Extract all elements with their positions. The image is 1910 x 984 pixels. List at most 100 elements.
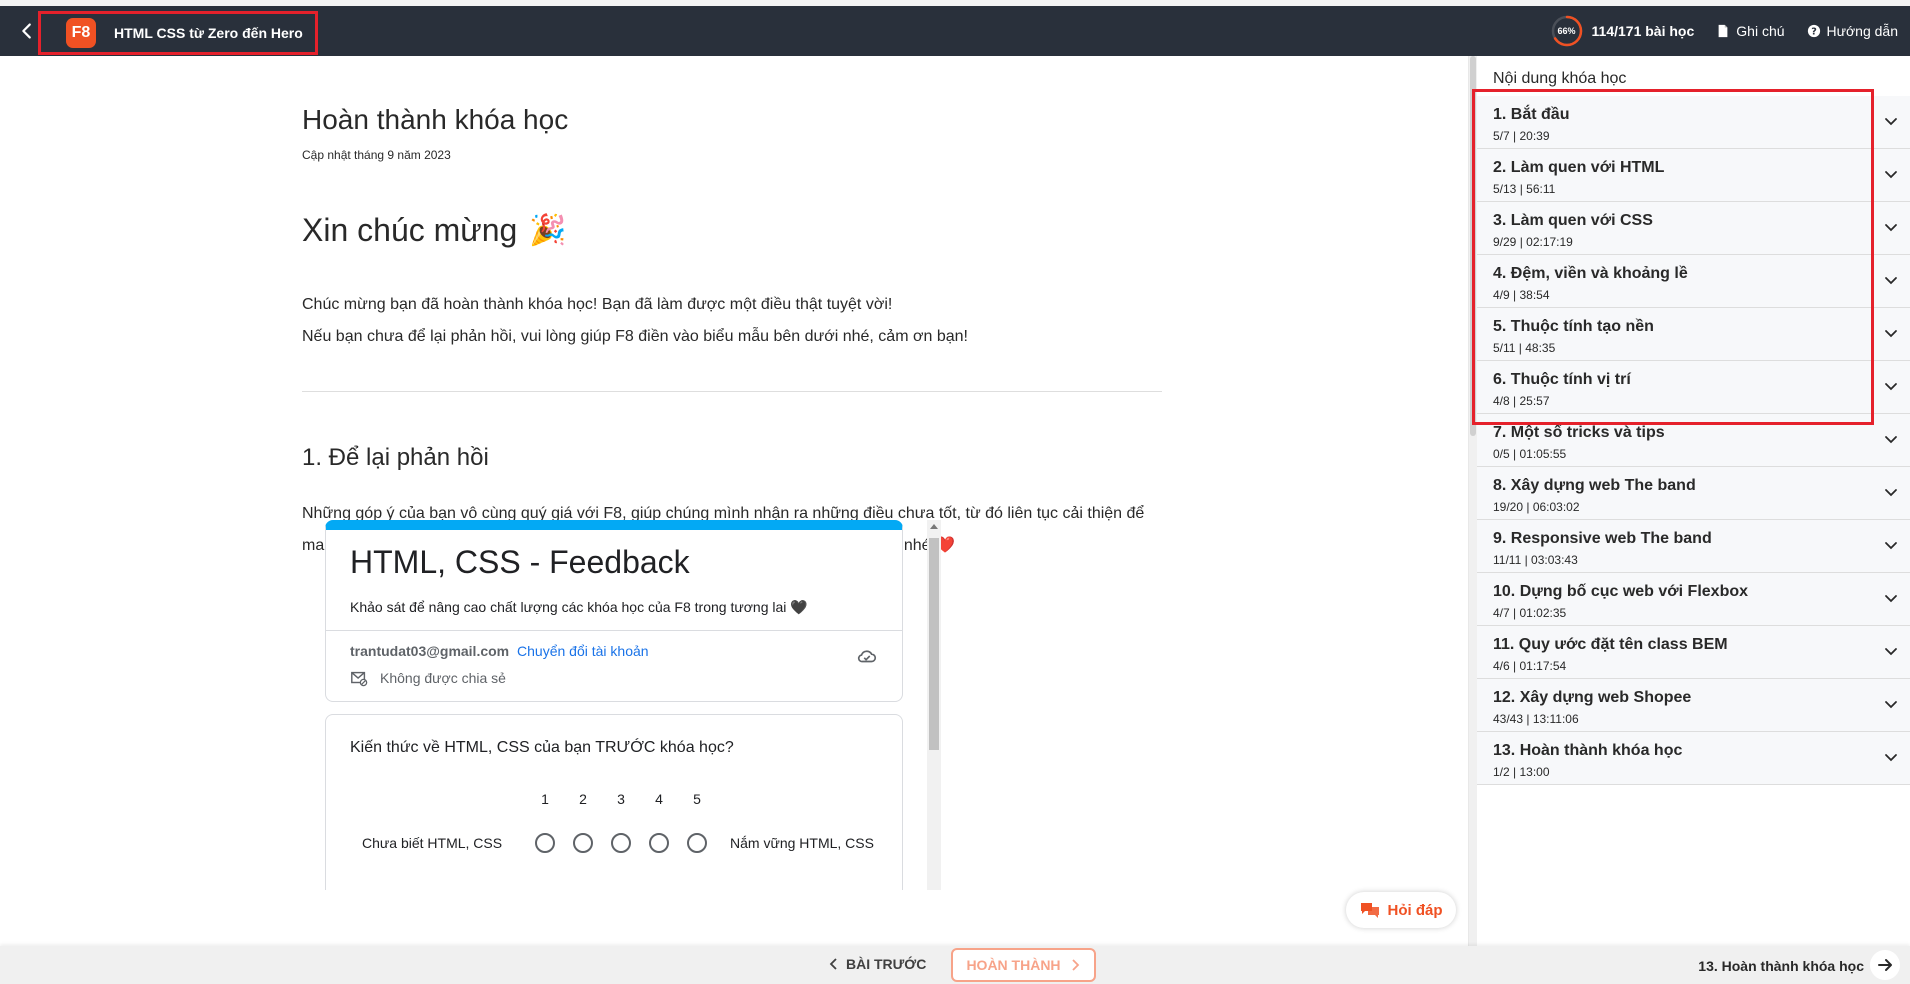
guide-button[interactable]: ? Hướng dẫn: [1807, 23, 1898, 39]
sidebar-section[interactable]: 5. Thuộc tính tạo nền 5/11 | 48:35: [1477, 308, 1910, 361]
chevron-down-icon: [1885, 383, 1897, 391]
chevron-down-icon: [1885, 224, 1897, 232]
section-meta: 11/11 | 03:03:43: [1493, 553, 1578, 567]
section-meta: 43/43 | 13:11:06: [1493, 712, 1579, 726]
scale-number: 5: [693, 791, 701, 807]
chevron-down-icon: [1885, 330, 1897, 338]
sidebar-scroll-thumb[interactable]: [1470, 56, 1476, 436]
prev-lesson-button[interactable]: BÀI TRƯỚC: [828, 956, 926, 972]
scale-number: 1: [541, 791, 549, 807]
sidebar-section[interactable]: 12. Xây dựng web Shopee 43/43 | 13:11:06: [1477, 679, 1910, 732]
scale-number: 4: [655, 791, 663, 807]
scale-radios: [526, 833, 716, 853]
section-meta: 9/29 | 02:17:19: [1493, 235, 1573, 249]
section-list: 1. Bắt đầu 5/7 | 20:39 2. Làm quen với HTM…: [1477, 96, 1910, 785]
section-title: 12. Xây dựng web Shopee: [1493, 689, 1692, 706]
section-title: 10. Dựng bố cục web với Flexbox: [1493, 583, 1749, 600]
section-title: 5. Thuộc tính tạo nền: [1493, 318, 1654, 335]
form-title: HTML, CSS - Feedback: [350, 544, 690, 580]
sidebar-section[interactable]: 8. Xây dựng web The band 19/20 | 06:03:02: [1477, 467, 1910, 520]
sidebar-section[interactable]: 1. Bắt đầu 5/7 | 20:39: [1477, 96, 1910, 149]
sidebar-section[interactable]: 13. Hoàn thành khóa học 1/2 | 13:00: [1477, 732, 1910, 785]
page-title: Hoàn thành khóa học: [302, 104, 569, 135]
section-title: 1. Bắt đầu: [1493, 106, 1570, 123]
section-title: 13. Hoàn thành khóa học: [1493, 742, 1683, 759]
congrats-title: Xin chúc mừng: [302, 212, 518, 248]
scale-low-label: Chưa biết HTML, CSS: [362, 835, 503, 851]
lessons-count: 114/171 bài học: [1591, 23, 1695, 39]
prev-label: BÀI TRƯỚC: [846, 956, 927, 972]
section-meta: 4/6 | 01:17:54: [1493, 659, 1567, 673]
svg-text:?: ?: [1811, 27, 1817, 38]
not-shared-label: Không được chia sẻ: [380, 670, 506, 686]
sidebar-section[interactable]: 2. Làm quen với HTML 5/13 | 56:11: [1477, 149, 1910, 202]
notes-label: Ghi chú: [1736, 23, 1785, 39]
section-title: 9. Responsive web The band: [1493, 530, 1712, 547]
complete-label: HOÀN THÀNH: [966, 957, 1061, 973]
toggle-sidebar-button[interactable]: [1870, 950, 1900, 980]
complete-button[interactable]: HOÀN THÀNH: [951, 948, 1096, 982]
chevron-down-icon: [1885, 118, 1897, 126]
section-title: 2. Làm quen với HTML: [1493, 159, 1665, 176]
updated-date: Cập nhật tháng 9 năm 2023: [302, 148, 451, 162]
party-popper-icon: 🎉: [529, 214, 567, 247]
section-title: 8. Xây dựng web The band: [1493, 477, 1696, 494]
chevron-down-icon: [1885, 489, 1897, 497]
radio-option-3[interactable]: [602, 833, 640, 853]
chevron-right-icon: [1071, 959, 1079, 971]
qa-button[interactable]: Hỏi đáp: [1346, 892, 1456, 928]
sidebar-scrollbar[interactable]: [1469, 56, 1477, 946]
feedback-form-embed[interactable]: HTML, CSS - Feedback Khảo sát để nâng ca…: [325, 520, 945, 890]
lesson-content: Hoàn thành khóa học Cập nhật tháng 9 năm…: [302, 104, 1162, 562]
congrats-paragraph: Chúc mừng bạn đã hoàn thành khóa học! Bạ…: [302, 296, 893, 313]
section-meta: 4/7 | 01:02:35: [1493, 606, 1567, 620]
section-title: 7. Một số tricks và tips: [1493, 424, 1665, 441]
section-meta: 5/13 | 56:11: [1493, 182, 1556, 196]
scale-numbers: 1 2 3 4 5: [526, 791, 716, 807]
sidebar-section[interactable]: 7. Một số tricks và tips 0/5 | 01:05:55: [1477, 414, 1910, 467]
feedback-request-paragraph: Nếu bạn chưa để lại phản hồi, vui lòng g…: [302, 328, 968, 345]
chevron-down-icon: [1885, 542, 1897, 550]
chevron-down-icon: [1885, 171, 1897, 179]
sidebar-section[interactable]: 3. Làm quen với CSS 9/29 | 02:17:19: [1477, 202, 1910, 255]
section-title: 4. Đệm, viền và khoảng lề: [1493, 265, 1688, 282]
header-actions: 66% 114/171 bài học Ghi chú ? Hướng dẫn: [1550, 6, 1898, 56]
switch-account-link[interactable]: Chuyển đổi tài khoản: [517, 643, 649, 659]
sidebar-section[interactable]: 10. Dựng bố cục web với Flexbox 4/7 | 01:…: [1477, 573, 1910, 626]
file-icon: [1718, 24, 1728, 38]
sidebar-section[interactable]: 11. Quy ước đặt tên class BEM 4/6 | 01:17…: [1477, 626, 1910, 679]
form-scrollbar[interactable]: [927, 520, 941, 890]
course-title: HTML CSS từ Zero đến Hero: [114, 25, 303, 41]
current-section-label: 13. Hoàn thành khóa học: [1698, 958, 1864, 974]
radio-option-1[interactable]: [526, 833, 564, 853]
scroll-up-arrow-icon[interactable]: [930, 524, 938, 529]
course-content-sidebar: Nội dung khóa học 1. Bắt đầu 5/7 | 20:39 2…: [1468, 56, 1910, 946]
form-scroll-thumb[interactable]: [929, 538, 939, 750]
progress-percent: 66%: [1557, 26, 1576, 36]
radio-option-4[interactable]: [640, 833, 678, 853]
section-title: 11. Quy ước đặt tên class BEM: [1493, 636, 1728, 653]
back-button[interactable]: [16, 20, 38, 42]
account-row: trantudat03@gmail.com Chuyển đổi tài kho…: [326, 631, 902, 701]
sidebar-section[interactable]: 6. Thuộc tính vị trí 4/8 | 25:57: [1477, 361, 1910, 414]
question-text: Kiến thức về HTML, CSS của bạn TRƯỚC khó…: [350, 739, 734, 756]
course-brand[interactable]: F8 HTML CSS từ Zero đến Hero: [38, 11, 318, 55]
scale-number: 2: [579, 791, 587, 807]
scale-number: 3: [617, 791, 625, 807]
question-circle-icon: ?: [1807, 24, 1820, 38]
not-shared-row: Không được chia sẻ: [350, 669, 878, 687]
radio-option-2[interactable]: [564, 833, 602, 853]
section-title: 3. Làm quen với CSS: [1493, 212, 1653, 229]
chevron-down-icon: [1885, 754, 1897, 762]
radio-option-5[interactable]: [678, 833, 716, 853]
congrats-heading: Xin chúc mừng 🎉: [302, 212, 1162, 249]
sidebar-title: Nội dung khóa học: [1493, 70, 1627, 87]
section-meta: 4/8 | 25:57: [1493, 394, 1550, 408]
notes-button[interactable]: Ghi chú: [1716, 23, 1785, 39]
sidebar-section[interactable]: 4. Đệm, viền và khoảng lề 4/9 | 38:54: [1477, 255, 1910, 308]
mail-blocked-icon: [351, 671, 368, 687]
section-title: 6. Thuộc tính vị trí: [1493, 371, 1631, 388]
comments-icon: [1360, 903, 1379, 918]
sidebar-section[interactable]: 9. Responsive web The band 11/11 | 03:03:…: [1477, 520, 1910, 573]
question-card: Kiến thức về HTML, CSS của bạn TRƯỚC khó…: [325, 714, 903, 890]
